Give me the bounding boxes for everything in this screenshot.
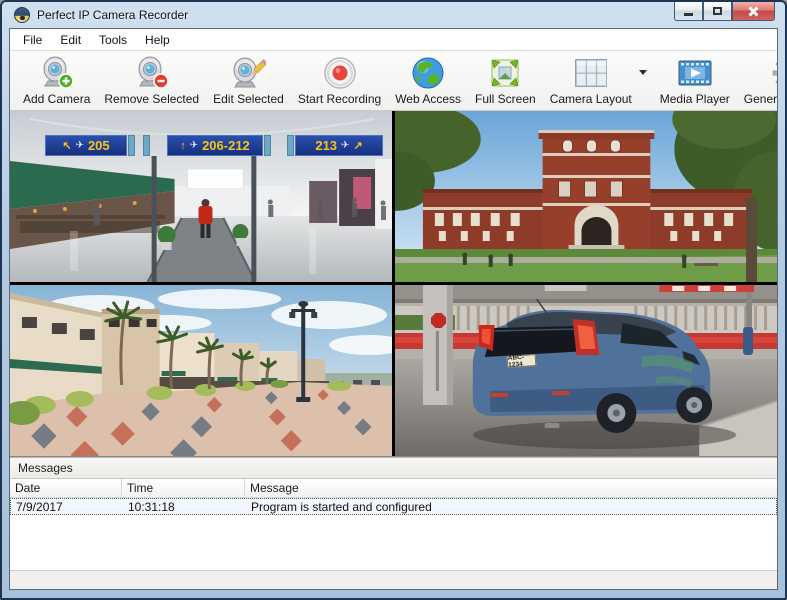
column-header-time[interactable]: Time xyxy=(122,479,245,497)
filmstrip-play-icon xyxy=(677,56,713,90)
web-access-label: Web Access xyxy=(395,92,461,106)
menu-file[interactable]: File xyxy=(14,30,51,50)
media-player-button[interactable]: Media Player xyxy=(653,54,737,108)
sign-tab xyxy=(287,135,294,156)
menu-tools[interactable]: Tools xyxy=(90,30,136,50)
close-icon xyxy=(748,6,759,17)
minimize-icon xyxy=(684,13,693,16)
university-scene xyxy=(395,111,777,282)
maximize-button[interactable] xyxy=(703,2,732,21)
gear-icon xyxy=(771,56,778,90)
arrow-up-right-icon: ↗ xyxy=(353,139,362,152)
fullscreen-icon xyxy=(488,56,522,90)
license-plate: ABC-1234 xyxy=(507,354,537,368)
camera-feed-parking[interactable]: STOP ABC-1234 xyxy=(395,285,777,456)
camera-layout-dropdown-icon[interactable] xyxy=(639,70,647,75)
gate-sign-213: 213 ✈ ↗ xyxy=(295,135,383,156)
messages-column-headers: Date Time Message xyxy=(10,479,777,498)
column-header-date[interactable]: Date xyxy=(10,479,122,497)
edit-selected-button[interactable]: Edit Selected xyxy=(206,54,291,108)
plane-icon: ✈ xyxy=(341,140,349,151)
camera-layout-label: Camera Layout xyxy=(550,92,632,106)
edit-selected-label: Edit Selected xyxy=(213,92,284,106)
general-settings-button[interactable]: General Settings xyxy=(737,54,778,108)
message-text: Program is started and configured xyxy=(246,500,776,514)
arrow-up-icon: ↑ xyxy=(180,140,186,152)
messages-panel-header: Messages xyxy=(10,457,777,479)
window-title: Perfect IP Camera Recorder xyxy=(37,8,188,22)
close-button[interactable] xyxy=(732,2,775,21)
remove-selected-label: Remove Selected xyxy=(104,92,199,106)
start-recording-button[interactable]: Start Recording xyxy=(291,54,388,108)
plane-icon: ✈ xyxy=(190,140,198,151)
camera-feed-university[interactable] xyxy=(395,111,777,282)
camera-grid: ↖ ✈ 205 ↑ ✈ 206-212 213 ✈ ↗ xyxy=(10,111,777,457)
web-access-button[interactable]: Web Access xyxy=(388,54,468,108)
full-screen-label: Full Screen xyxy=(475,92,536,106)
title-bar[interactable]: Perfect IP Camera Recorder xyxy=(9,2,778,28)
camera-layout-button[interactable]: Camera Layout xyxy=(543,54,639,108)
gate-sign-206-212: ↑ ✈ 206-212 xyxy=(167,135,263,156)
menu-help[interactable]: Help xyxy=(136,30,179,50)
add-camera-button[interactable]: Add Camera xyxy=(16,54,97,108)
menu-edit[interactable]: Edit xyxy=(51,30,90,50)
messages-panel-title: Messages xyxy=(18,461,73,475)
maximize-icon xyxy=(713,7,722,15)
gate-sign-text: 205 xyxy=(88,138,110,153)
column-header-message[interactable]: Message xyxy=(245,479,777,497)
minimize-button[interactable] xyxy=(674,2,703,21)
add-camera-label: Add Camera xyxy=(23,92,90,106)
message-row[interactable]: 7/9/2017 10:31:18 Program is started and… xyxy=(10,498,777,515)
plaza-scene xyxy=(10,285,392,456)
record-icon xyxy=(323,56,357,90)
sign-tab xyxy=(143,135,150,156)
grid-layout-icon xyxy=(573,56,609,90)
stop-sign xyxy=(431,313,446,328)
plane-icon: ✈ xyxy=(76,140,84,151)
remove-selected-button[interactable]: Remove Selected xyxy=(97,54,206,108)
webcam-edit-icon xyxy=(230,56,266,90)
camera-feed-airport[interactable]: ↖ ✈ 205 ↑ ✈ 206-212 213 ✈ ↗ xyxy=(10,111,392,282)
sign-tab xyxy=(128,135,135,156)
messages-list[interactable]: Date Time Message 7/9/2017 10:31:18 Prog… xyxy=(10,479,777,570)
message-date: 7/9/2017 xyxy=(11,500,123,514)
toolbar: Add Camera Remove Selected xyxy=(10,51,777,111)
app-icon xyxy=(14,7,31,24)
sign-tab xyxy=(264,135,271,156)
app-window: Perfect IP Camera Recorder File Edit Too… xyxy=(0,0,787,600)
status-bar xyxy=(10,570,777,589)
media-player-label: Media Player xyxy=(660,92,730,106)
arrow-up-left-icon: ↖ xyxy=(62,139,71,152)
gate-sign-text: 213 xyxy=(315,138,337,153)
parking-scene: STOP xyxy=(395,285,777,456)
webcam-add-icon xyxy=(39,56,75,90)
gate-sign-205: ↖ ✈ 205 xyxy=(45,135,127,156)
full-screen-button[interactable]: Full Screen xyxy=(468,54,543,108)
resize-grip-icon[interactable] xyxy=(772,584,774,586)
gate-sign-text: 206-212 xyxy=(202,138,250,153)
menu-bar: File Edit Tools Help xyxy=(10,29,777,51)
camera-feed-plaza[interactable] xyxy=(10,285,392,456)
globe-icon xyxy=(411,56,445,90)
general-settings-label: General Settings xyxy=(744,92,778,106)
webcam-remove-icon xyxy=(134,56,170,90)
message-time: 10:31:18 xyxy=(123,500,246,514)
start-recording-label: Start Recording xyxy=(298,92,381,106)
